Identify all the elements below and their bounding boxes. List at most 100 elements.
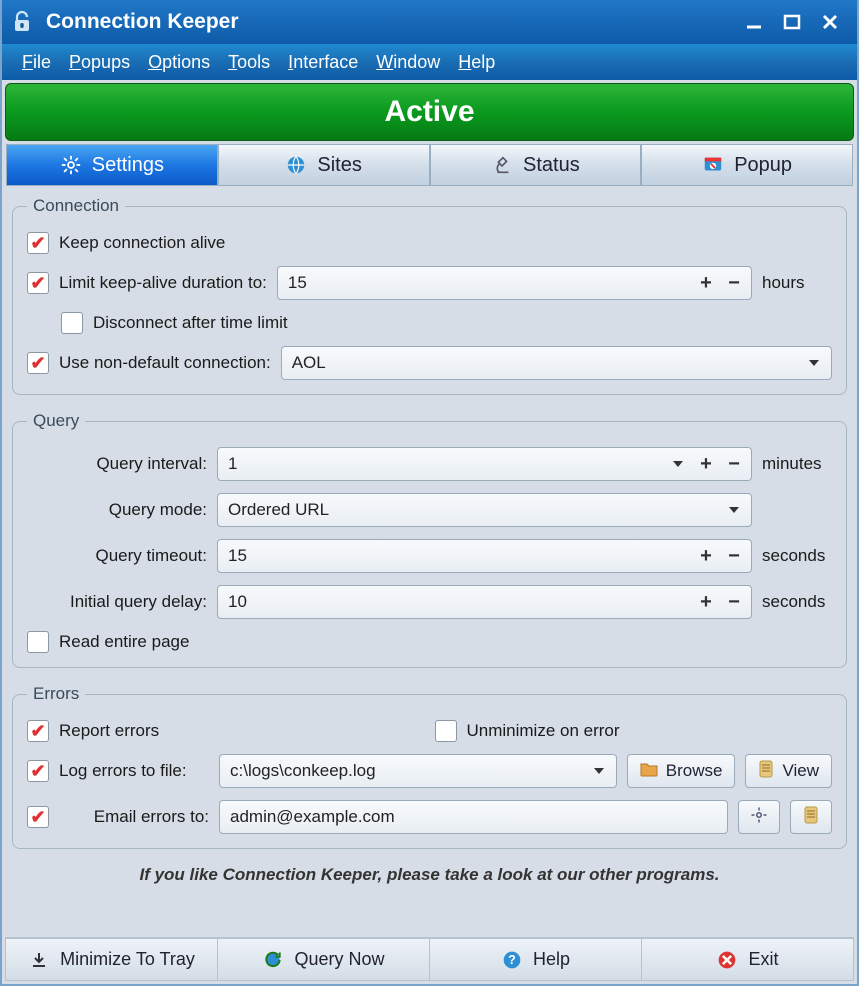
limit-duration-label: Limit keep-alive duration to: [59, 273, 267, 293]
report-errors-checkbox[interactable] [27, 720, 49, 742]
log-errors-label: Log errors to file: [59, 761, 209, 781]
status-text: Active [384, 95, 474, 129]
tab-label: Status [523, 154, 580, 177]
menu-tools[interactable]: Tools [220, 48, 278, 77]
microscope-icon [491, 154, 513, 176]
menu-help[interactable]: Help [450, 48, 503, 77]
email-errors-field[interactable]: admin@example.com [219, 800, 728, 834]
scroll-icon [758, 760, 774, 783]
browse-label: Browse [666, 761, 723, 781]
chevron-down-icon [803, 347, 825, 379]
minimize-to-tray-button[interactable]: Minimize To Tray [5, 938, 218, 981]
view-button[interactable]: View [745, 754, 832, 788]
plus-icon[interactable] [695, 267, 717, 299]
browse-button[interactable]: Browse [627, 754, 736, 788]
minus-icon[interactable] [723, 540, 745, 572]
read-entire-checkbox[interactable] [27, 631, 49, 653]
minus-icon[interactable] [723, 267, 745, 299]
menu-window[interactable]: Window [368, 48, 448, 77]
menu-bar: File Popups Options Tools Interface Wind… [2, 44, 857, 80]
window-title: Connection Keeper [46, 10, 727, 34]
errors-group: Errors Report errors Unminimize on error… [12, 684, 847, 849]
app-window: Connection Keeper File Popups Options To… [0, 0, 859, 986]
query-timeout-field[interactable]: 15 [217, 539, 752, 573]
tab-label: Popup [734, 154, 792, 177]
query-now-label: Query Now [294, 949, 384, 970]
query-mode-label: Query mode: [27, 500, 207, 520]
limit-duration-value: 15 [288, 273, 689, 293]
menu-popups[interactable]: Popups [61, 48, 138, 77]
help-label: Help [533, 949, 570, 970]
limit-duration-unit: hours [762, 273, 832, 293]
nondefault-conn-value: AOL [292, 353, 797, 373]
chevron-down-icon [588, 755, 610, 787]
tab-label: Sites [317, 154, 361, 177]
app-lock-icon [8, 8, 36, 36]
menu-interface[interactable]: Interface [280, 48, 366, 77]
query-group: Query Query interval: 1 minutes Query mo… [12, 411, 847, 668]
email-errors-value: admin@example.com [230, 807, 721, 827]
query-now-button[interactable]: Query Now [218, 938, 430, 981]
email-settings-button[interactable] [738, 800, 780, 834]
maximize-window-button[interactable] [775, 9, 809, 35]
initial-delay-value: 10 [228, 592, 689, 612]
connection-legend: Connection [27, 196, 125, 216]
tab-settings[interactable]: Settings [6, 144, 218, 185]
window-buttons [737, 9, 847, 35]
minus-icon[interactable] [723, 586, 745, 618]
disconnect-after-label: Disconnect after time limit [93, 313, 288, 333]
log-errors-checkbox[interactable] [27, 760, 49, 782]
query-interval-label: Query interval: [27, 454, 207, 474]
footer-toolbar: Minimize To Tray Query Now ? Help Exit [5, 937, 854, 981]
keep-alive-checkbox[interactable] [27, 232, 49, 254]
tab-status[interactable]: Status [430, 144, 642, 185]
query-mode-dropdown[interactable]: Ordered URL [217, 493, 752, 527]
query-timeout-unit: seconds [762, 546, 832, 566]
minus-icon[interactable] [723, 448, 745, 480]
errors-legend: Errors [27, 684, 85, 704]
title-bar: Connection Keeper [2, 0, 857, 44]
minimize-window-button[interactable] [737, 9, 771, 35]
plus-icon[interactable] [695, 448, 717, 480]
tab-popup[interactable]: Popup [641, 144, 853, 185]
globe-icon [285, 154, 307, 176]
unminimize-label: Unminimize on error [467, 721, 833, 741]
tray-arrow-icon [28, 949, 50, 971]
query-timeout-label: Query timeout: [27, 546, 207, 566]
close-window-button[interactable] [813, 9, 847, 35]
limit-duration-field[interactable]: 15 [277, 266, 752, 300]
chevron-down-icon[interactable] [667, 448, 689, 480]
minimize-to-tray-label: Minimize To Tray [60, 949, 195, 970]
query-legend: Query [27, 411, 85, 431]
nondefault-conn-dropdown[interactable]: AOL [281, 346, 832, 380]
query-mode-value: Ordered URL [228, 500, 717, 520]
tab-sites[interactable]: Sites [218, 144, 430, 185]
svg-text:?: ? [508, 953, 516, 967]
initial-delay-field[interactable]: 10 [217, 585, 752, 619]
query-timeout-value: 15 [228, 546, 689, 566]
limit-duration-checkbox[interactable] [27, 272, 49, 294]
exit-button[interactable]: Exit [642, 938, 854, 981]
nondefault-conn-checkbox[interactable] [27, 352, 49, 374]
query-interval-unit: minutes [762, 454, 832, 474]
scroll-icon [803, 806, 819, 829]
tab-content: Connection Keep connection alive Limit k… [2, 186, 857, 937]
nondefault-conn-label: Use non-default connection: [59, 353, 271, 373]
status-banner: Active [5, 83, 854, 141]
help-button[interactable]: ? Help [430, 938, 642, 981]
menu-file[interactable]: File [14, 48, 59, 77]
exit-label: Exit [748, 949, 778, 970]
query-interval-field[interactable]: 1 [217, 447, 752, 481]
plus-icon[interactable] [695, 586, 717, 618]
promo-text: If you like Connection Keeper, please ta… [12, 865, 847, 885]
initial-delay-unit: seconds [762, 592, 832, 612]
email-errors-checkbox[interactable] [27, 806, 49, 828]
menu-options[interactable]: Options [140, 48, 218, 77]
email-log-button[interactable] [790, 800, 832, 834]
log-file-field[interactable]: c:\logs\conkeep.log [219, 754, 617, 788]
tab-label: Settings [92, 154, 164, 177]
read-entire-label: Read entire page [59, 632, 189, 652]
unminimize-checkbox[interactable] [435, 720, 457, 742]
disconnect-after-checkbox[interactable] [61, 312, 83, 334]
plus-icon[interactable] [695, 540, 717, 572]
